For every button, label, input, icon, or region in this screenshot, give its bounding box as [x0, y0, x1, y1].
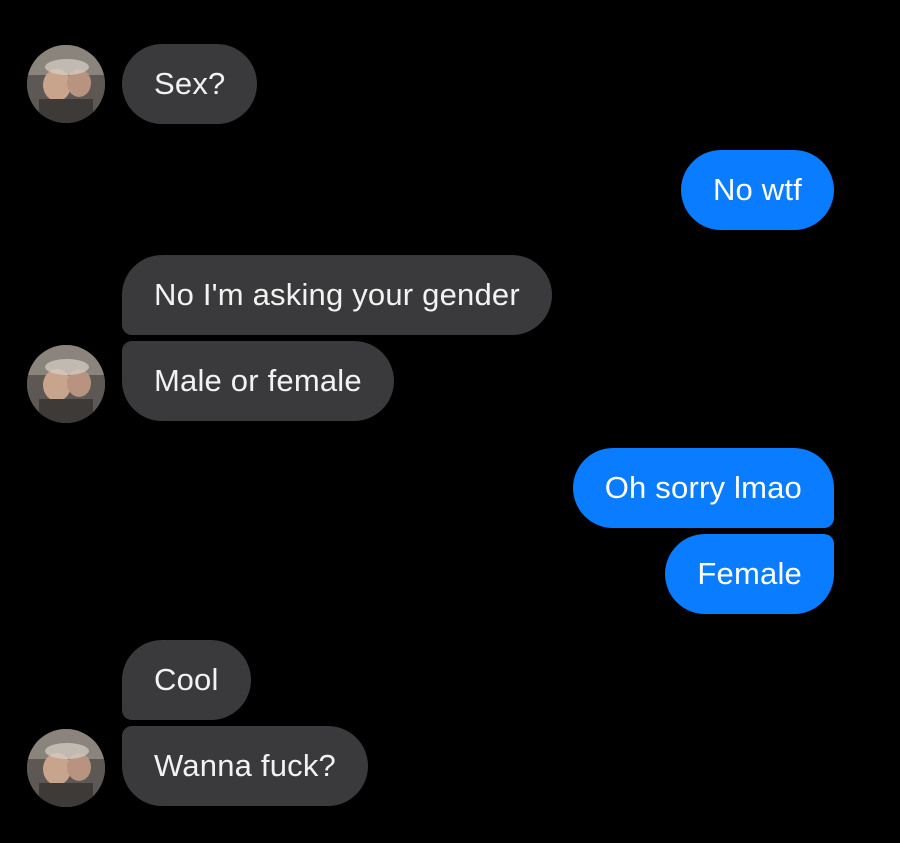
message-bubble[interactable]: Female: [665, 534, 834, 614]
avatar-photo-icon: [27, 729, 105, 807]
avatar-photo-icon: [27, 345, 105, 423]
message-bubble[interactable]: No I'm asking your gender: [122, 255, 552, 335]
message-bubble[interactable]: Sex?: [122, 44, 258, 124]
message-bubble[interactable]: Cool: [122, 640, 251, 720]
chat-thread: Sex? No wtf No I'm asking your gender Ma…: [0, 0, 900, 843]
message-bubble[interactable]: Oh sorry lmao: [572, 448, 834, 528]
contact-avatar[interactable]: [27, 45, 105, 123]
message-bubble[interactable]: Wanna fuck?: [122, 726, 368, 806]
avatar-photo-icon: [27, 45, 105, 123]
message-bubble[interactable]: Male or female: [122, 341, 394, 421]
contact-avatar[interactable]: [27, 345, 105, 423]
message-bubble[interactable]: No wtf: [680, 150, 834, 230]
contact-avatar[interactable]: [27, 729, 105, 807]
